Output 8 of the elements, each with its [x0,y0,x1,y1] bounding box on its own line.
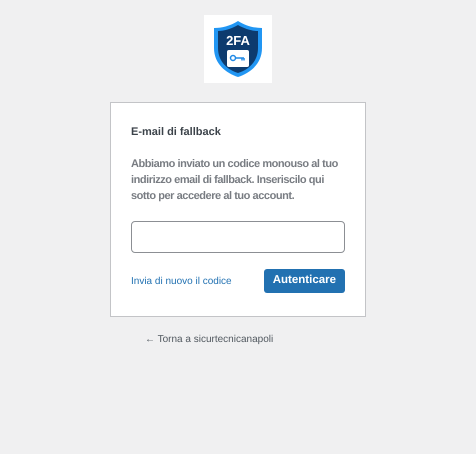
card-title: E-mail di fallback [131,125,222,139]
logo-text: 2FA [225,34,251,47]
back-link[interactable]: ← Torna a sicurtecnicanapoli [145,332,274,347]
code-input-field[interactable] [131,221,345,253]
resend-code-link[interactable]: Invia di nuovo il codice [131,274,232,288]
shield-icon [212,20,264,78]
card-message: Abbiamo inviato un codice monouso al tuo indirizzo email di fallback. Inseriscilo qui sotto per accedere al tuo account. [131,157,339,204]
authenticate-button[interactable]: Autenticare [264,269,345,293]
